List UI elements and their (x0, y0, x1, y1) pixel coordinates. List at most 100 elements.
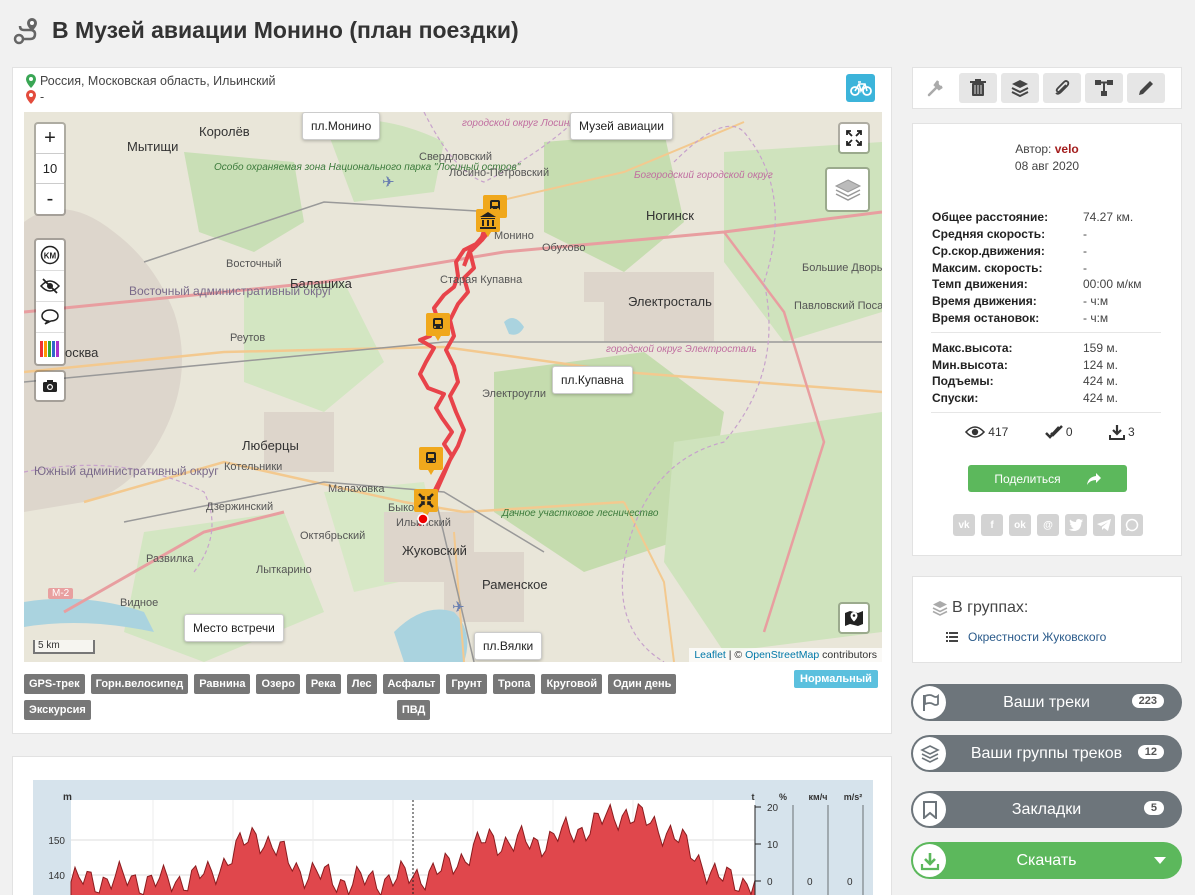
train-marker-kupavna-icon[interactable] (425, 312, 451, 342)
osm-link[interactable]: OpenStreetMap (745, 649, 819, 661)
tooltip-kupavna: пл.Купавна (552, 366, 633, 394)
stat-row: Общее расстояние: 74.27 км. (932, 210, 1172, 224)
tag[interactable]: Равнина (194, 674, 251, 694)
groups-title-text: В группах: (952, 599, 1029, 616)
your-track-groups-button[interactable]: Ваши группы треков 12 (911, 735, 1182, 772)
layers-button[interactable] (825, 167, 870, 212)
views-counter: 417 (965, 424, 1008, 440)
map-label-dzerzhinsky: Дзержинский (206, 501, 274, 513)
difficulty-badge: Нормальный (794, 670, 878, 688)
tag[interactable]: ПВД (396, 700, 431, 720)
tag-list: GPS-трек Горн.велосипед Равнина Озеро Ре… (24, 674, 784, 720)
tag[interactable]: Асфальт (382, 674, 441, 694)
height-label: Макс.высота: (932, 341, 1013, 355)
stat-value: - (1083, 244, 1087, 258)
bookmarks-button[interactable]: Закладки 5 (911, 791, 1182, 828)
delete-button[interactable] (959, 73, 997, 103)
wrench-icon (927, 80, 943, 97)
share-button[interactable]: Поделиться (968, 465, 1127, 492)
tag[interactable]: Круговой (541, 674, 603, 694)
leaflet-link[interactable]: Leaflet (694, 649, 726, 661)
layers-tool-button[interactable] (1001, 73, 1039, 103)
bookmarks-label: Закладки (1011, 800, 1082, 818)
checks-counter: 0 (1044, 424, 1073, 440)
map-tiles: ✈ ✈ (24, 112, 882, 662)
tag[interactable]: Экскурсия (24, 700, 91, 720)
tag[interactable]: Озеро (256, 674, 300, 694)
group-link[interactable]: Окрестности Жуковского (946, 630, 1106, 644)
stat-row: Ср.скор.движения: - (932, 244, 1172, 258)
tag[interactable]: Река (305, 674, 341, 694)
comments-button[interactable] (36, 302, 64, 333)
start-point-icon[interactable] (417, 513, 429, 525)
start-location-text: Россия, Московская область, Ильинский (40, 74, 276, 88)
percent-tick-label: 10 (767, 840, 779, 851)
map-label-dachnoe: Дачное участковое лесничество (502, 508, 659, 519)
elevation-chart[interactable]: 150 140 m t% км/ч m/s² 20 10 0 0 0 (33, 780, 873, 895)
y-tick-label: 140 (48, 871, 65, 882)
caret-down-icon[interactable] (1154, 857, 1166, 864)
zoom-out-button[interactable]: - (36, 184, 64, 214)
author-label: Автор: (1015, 142, 1052, 156)
tag[interactable]: Один день (608, 674, 677, 694)
twitter-icon[interactable] (1065, 514, 1087, 536)
fullscreen-button[interactable] (838, 122, 870, 154)
track-toolbar (912, 67, 1182, 109)
your-track-groups-count: 12 (1137, 745, 1164, 759)
map-label-yuzhny-okrug: Южный административный округ (34, 464, 219, 478)
hide-button[interactable] (36, 271, 64, 302)
vk-icon[interactable]: vk (953, 514, 975, 536)
stat-label: Темп движения: (932, 277, 1028, 291)
elevation-chart-svg: 150 140 m t% км/ч m/s² 20 10 0 0 0 (48, 792, 864, 895)
author-name[interactable]: velo (1055, 142, 1079, 156)
download-button[interactable]: Скачать (911, 842, 1182, 879)
map-label-lyubertsy: Люберцы (242, 438, 299, 453)
facebook-icon[interactable]: f (981, 514, 1003, 536)
whatsapp-icon[interactable] (1121, 514, 1143, 536)
percent-tick-label: 0 (767, 877, 773, 888)
screenshot-button[interactable] (34, 370, 66, 402)
map-label-oktyabrsky: Октябрьский (300, 530, 366, 542)
tag[interactable]: GPS-трек (24, 674, 85, 694)
moimir-icon[interactable]: @ (1037, 514, 1059, 536)
map-view[interactable]: ✈ ✈ Королёв Мытищи Свердловский городско… (24, 112, 882, 662)
bookmarks-count: 5 (1143, 801, 1164, 815)
telegram-icon[interactable] (1093, 514, 1115, 536)
tag[interactable]: Грунт (446, 674, 487, 694)
height-label: Подъемы: (932, 374, 994, 388)
fullscreen-icon (846, 130, 862, 146)
your-tracks-button[interactable]: Ваши треки 223 (911, 684, 1182, 721)
map-pin-button[interactable] (838, 602, 870, 634)
odnoklassniki-icon[interactable]: ok (1009, 514, 1031, 536)
edit-button[interactable] (1127, 73, 1165, 103)
right-axis-label: % (779, 792, 787, 802)
height-row: Подъемы: 424 м. (932, 374, 1172, 388)
km-marks-button[interactable]: KM (36, 240, 64, 271)
map-label-elektrostal: Электросталь (628, 294, 712, 309)
museum-marker-icon[interactable] (475, 208, 501, 238)
stat-value: 74.27 км. (1083, 210, 1134, 224)
train-marker-vyalki-icon[interactable] (418, 446, 444, 476)
zoom-in-button[interactable]: + (36, 124, 64, 154)
bike-type-button[interactable] (846, 74, 875, 102)
share-arrow-icon (1086, 472, 1101, 485)
structure-button[interactable] (1085, 73, 1123, 103)
downloads-count: 3 (1128, 425, 1135, 439)
attach-button[interactable] (1043, 73, 1081, 103)
layers-icon (834, 178, 861, 201)
tag[interactable]: Тропа (492, 674, 536, 694)
map-label-pavlovsky-posad: Павловский Посад (794, 300, 882, 312)
map-label-korolev: Королёв (199, 124, 250, 139)
colors-button[interactable] (36, 333, 64, 364)
settings-button[interactable] (917, 73, 955, 103)
map-label-razvilka: Развилка (146, 553, 194, 565)
tag[interactable]: Горн.велосипед (90, 674, 189, 694)
map-marker-icon (845, 611, 863, 626)
double-check-icon (1044, 425, 1063, 439)
paperclip-icon (1055, 80, 1070, 95)
tag[interactable]: Лес (346, 674, 377, 694)
track-info-panel: Автор: velo 08 авг 2020 Общее расстояние… (912, 123, 1182, 556)
social-share: vk f ok @ (953, 514, 1143, 536)
stat-label: Ср.скор.движения: (932, 244, 1045, 258)
stat-label: Средняя скорость: (932, 227, 1046, 241)
